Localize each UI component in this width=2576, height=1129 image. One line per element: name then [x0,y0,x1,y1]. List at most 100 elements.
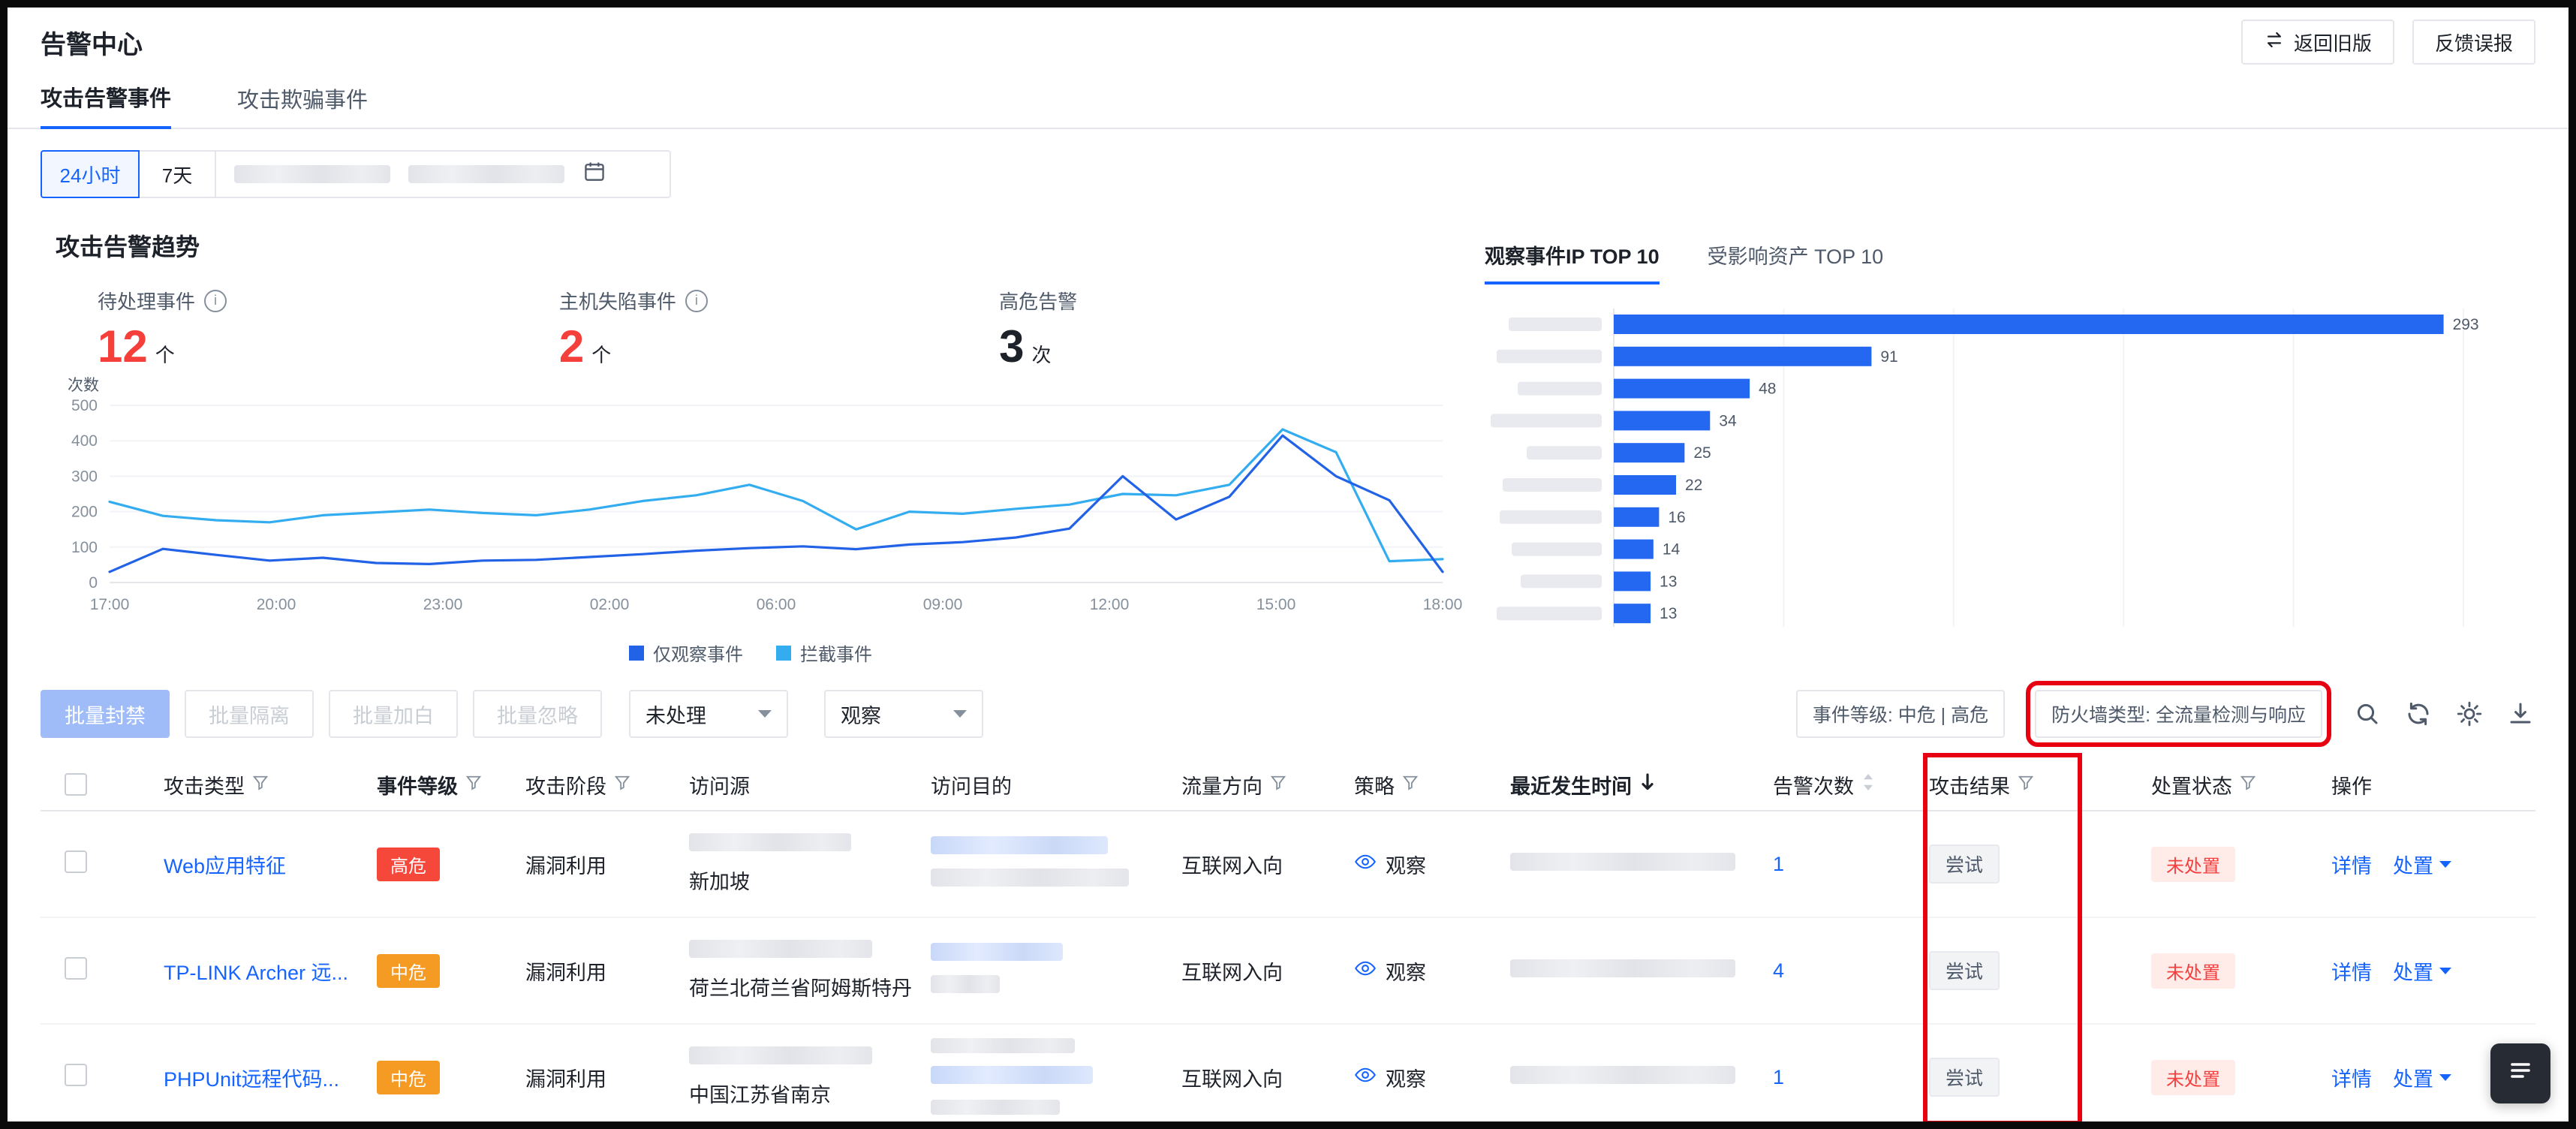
svg-text:14: 14 [1663,541,1681,558]
col-traffic-direction[interactable]: 流量方向 [1181,770,1354,799]
svg-text:次数: 次数 [68,377,99,394]
redacted-start-date [234,165,390,183]
handle-link[interactable]: 处置 [2393,1063,2433,1092]
row-checkbox[interactable] [65,957,87,980]
redacted-source-ip [689,833,851,851]
col-attack-type[interactable]: 攻击类型 [164,770,377,799]
redacted-destination-text [931,1038,1075,1053]
attack-stage-cell: 漏洞利用 [525,850,689,879]
tab-attack-deception-events[interactable]: 攻击欺骗事件 [237,83,368,128]
legend-observe-events[interactable]: 仅观察事件 [629,640,743,666]
detail-link[interactable]: 详情 [2331,1063,2372,1092]
col-actions: 操作 [2331,770,2535,799]
chevron-down-icon [758,710,772,718]
batch-isolate-button[interactable]: 批量隔离 [185,690,314,738]
redacted-timestamp [1510,959,1735,977]
table-header-row: 攻击类型 事件等级 攻击阶段 访问源 访问目的 流量方向 策略 最 [41,759,2535,811]
svg-text:100: 100 [71,539,98,556]
source-location: 新加坡 [689,866,916,895]
filter-funnel-icon[interactable] [1270,773,1286,796]
chevron-down-icon[interactable] [2439,861,2451,868]
alert-center-window: 告警中心 返回旧版 反馈误报 攻击告警事件 攻击欺骗事件 24小时 7天 [0,0,2576,1129]
batch-block-button[interactable]: 批量封禁 [41,690,170,738]
detail-link[interactable]: 详情 [2331,850,2372,879]
redacted-destination-text [931,975,1000,993]
legend-swatch [776,646,791,661]
chevron-down-icon[interactable] [2439,968,2451,974]
stat-unit: 个 [155,340,175,368]
batch-whitelist-button[interactable]: 批量加白 [329,690,458,738]
redacted-destination-text [931,869,1129,887]
handle-link[interactable]: 处置 [2393,850,2433,879]
alert-count-link[interactable]: 4 [1773,959,1784,982]
info-icon[interactable] [204,290,227,312]
tab-attack-alert-events[interactable]: 攻击告警事件 [41,81,171,129]
select-all-checkbox[interactable] [65,773,87,796]
traffic-direction-cell: 互联网入向 [1181,850,1354,879]
batch-ignore-button[interactable]: 批量忽略 [473,690,602,738]
alert-count-link[interactable]: 1 [1773,853,1784,875]
handle-status-select[interactable]: 未处理 [629,690,788,738]
source-cell: 中国江苏省南京 [689,1046,931,1108]
svg-text:200: 200 [71,504,98,521]
attack-type-link[interactable]: PHPUnit远程代码... [164,1068,339,1091]
floating-list-button[interactable] [2490,1043,2550,1103]
filter-funnel-icon[interactable] [252,773,269,796]
chevron-down-icon[interactable] [2439,1074,2451,1081]
alert-count-link[interactable]: 1 [1773,1066,1784,1088]
col-severity[interactable]: 事件等级 [377,770,525,799]
tab-affected-assets-top10[interactable]: 受影响资产 TOP 10 [1708,240,1884,285]
settings-gear-icon[interactable] [2454,699,2484,729]
feedback-false-positive-button[interactable]: 反馈误报 [2412,20,2535,65]
attack-type-link[interactable]: Web应用特征 [164,855,286,878]
handle-link[interactable]: 处置 [2393,956,2433,986]
policy-select[interactable]: 观察 [824,690,983,738]
sorter-icon[interactable] [1861,772,1875,797]
time-range-7d-button[interactable]: 7天 [138,150,216,198]
filter-funnel-icon[interactable] [1402,773,1419,796]
filter-tag-severity[interactable]: 事件等级: 中危 | 高危 [1796,690,2005,738]
col-attack-result[interactable]: 攻击结果 [1929,770,2151,799]
svg-text:13: 13 [1660,605,1677,622]
severity-badge: 高危 [377,848,440,881]
legend-blocked-events[interactable]: 拦截事件 [776,640,872,666]
info-icon[interactable] [685,290,708,312]
redacted-end-date [408,165,564,183]
filter-funnel-icon[interactable] [614,773,630,796]
svg-text:300: 300 [71,468,98,485]
stat-label: 高危告警 [999,287,1077,315]
col-policy[interactable]: 策略 [1354,770,1510,799]
page-header: 告警中心 返回旧版 反馈误报 [8,8,2568,77]
row-checkbox[interactable] [65,1064,87,1086]
detail-link[interactable]: 详情 [2331,956,2372,986]
col-alert-count[interactable]: 告警次数 [1773,770,1929,799]
col-last-occurred-time[interactable]: 最近发生时间 [1510,770,1773,799]
top10-bar-chart: 293914834252216141313 [1485,303,2535,648]
filter-funnel-icon[interactable] [2240,773,2256,796]
traffic-direction-cell: 互联网入向 [1181,1063,1354,1092]
col-handle-status[interactable]: 处置状态 [2151,770,2331,799]
policy-cell: 观察 [1354,1063,1495,1092]
tab-observe-ip-top10[interactable]: 观察事件IP TOP 10 [1485,240,1660,285]
filter-tag-firewall-type[interactable]: 防火墙类型: 全流量检测与响应 [2035,690,2322,738]
stat-value: 2 [559,321,584,372]
refresh-icon[interactable] [2403,699,2433,729]
attack-type-link[interactable]: TP-LINK Archer 远... [164,962,348,984]
redacted-source-ip [689,940,872,958]
sort-desc-icon[interactable] [1639,772,1656,797]
stat-value: 3 [999,321,1024,372]
return-old-version-button[interactable]: 返回旧版 [2241,20,2394,65]
redacted-destination-link [931,1066,1093,1084]
search-icon[interactable] [2352,699,2382,729]
date-range-picker[interactable] [215,150,671,198]
col-attack-stage[interactable]: 攻击阶段 [525,770,689,799]
trend-title: 攻击告警趋势 [56,228,1461,263]
filter-funnel-icon[interactable] [465,773,482,796]
row-checkbox[interactable] [65,851,87,873]
attack-result-tag: 尝试 [1929,951,2000,990]
filter-funnel-icon[interactable] [2018,773,2034,796]
chevron-down-icon [953,710,967,718]
time-range-24h-button[interactable]: 24小时 [41,150,140,198]
download-icon[interactable] [2505,699,2535,729]
redacted-destination-link [931,836,1108,854]
